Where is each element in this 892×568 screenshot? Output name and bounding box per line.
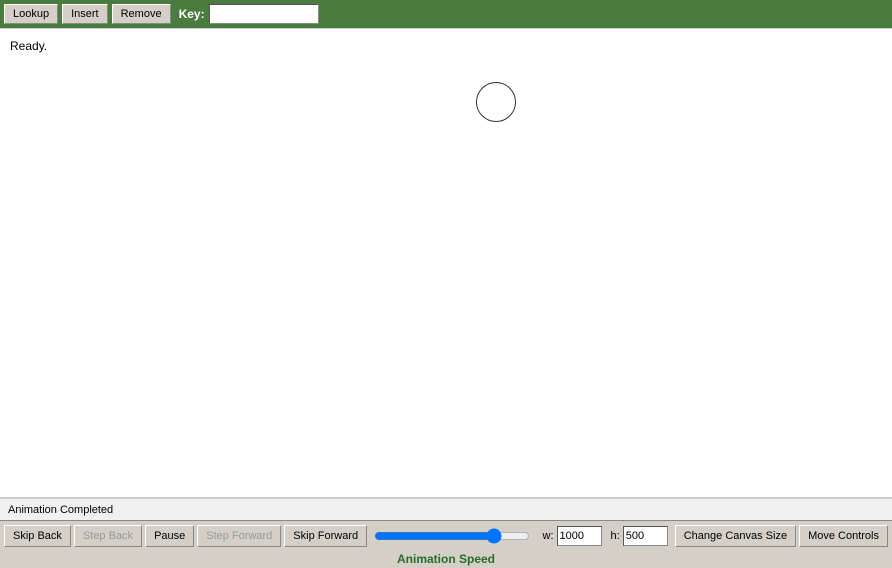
skip-back-button[interactable]: Skip Back (4, 525, 71, 547)
skip-forward-button[interactable]: Skip Forward (284, 525, 367, 547)
pause-button[interactable]: Pause (145, 525, 194, 547)
remove-button[interactable]: Remove (112, 4, 171, 24)
status-bar: Animation Completed (0, 498, 892, 520)
height-input[interactable] (623, 526, 668, 546)
main-canvas: Ready. (0, 28, 892, 498)
key-label: Key: (179, 7, 205, 21)
ready-text: Ready. (10, 39, 47, 53)
bottom-controls: Skip Back Step Back Pause Step Forward S… (0, 520, 892, 550)
animation-circle (476, 82, 516, 122)
lookup-button[interactable]: Lookup (4, 4, 58, 24)
speed-slider[interactable] (374, 528, 529, 544)
step-forward-button[interactable]: Step Forward (197, 525, 281, 547)
width-label: w: (543, 530, 554, 542)
insert-button[interactable]: Insert (62, 4, 108, 24)
animation-speed-bar: Animation Speed (0, 550, 892, 568)
width-input[interactable] (557, 526, 602, 546)
height-label: h: (611, 530, 620, 542)
status-text: Animation Completed (8, 504, 113, 516)
move-controls-button[interactable]: Move Controls (799, 525, 888, 547)
key-input[interactable] (209, 4, 319, 24)
step-back-button[interactable]: Step Back (74, 525, 142, 547)
change-canvas-button[interactable]: Change Canvas Size (675, 525, 796, 547)
animation-speed-label: Animation Speed (397, 552, 495, 566)
speed-slider-container (374, 528, 529, 544)
top-toolbar: Lookup Insert Remove Key: (0, 0, 892, 28)
